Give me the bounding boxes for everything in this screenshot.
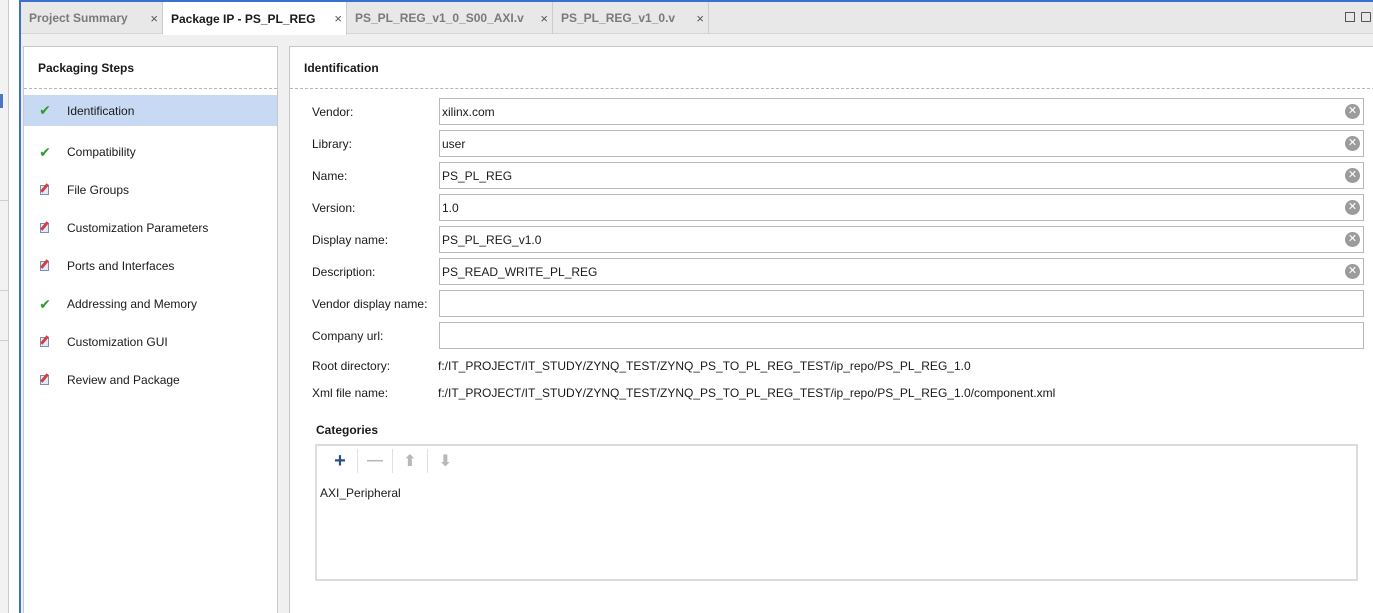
step-label: Compatibility: [67, 145, 136, 159]
name-row: Name: ✕: [290, 162, 1373, 190]
clear-icon[interactable]: ✕: [1345, 200, 1360, 215]
packaging-steps-panel: Packaging Steps ✔ Identification ✔ Compa…: [23, 46, 278, 613]
pencil-icon: [38, 221, 52, 235]
tab-package-ip[interactable]: Package IP - PS_PL_REG ×: [163, 2, 347, 35]
description-row: Description: ✕: [290, 258, 1373, 286]
step-identification[interactable]: ✔ Identification: [24, 95, 277, 126]
step-compatibility[interactable]: ✔ Compatibility: [24, 133, 277, 171]
step-review-and-package[interactable]: Review and Package: [24, 361, 277, 399]
clear-icon[interactable]: ✕: [1345, 232, 1360, 247]
panel-title: Packaging Steps: [38, 61, 135, 75]
window-buttons: [1345, 12, 1371, 22]
display-name-row: Display name: ✕: [290, 226, 1373, 254]
close-icon[interactable]: ×: [334, 11, 342, 26]
version-row: Version: ✕: [290, 194, 1373, 222]
clear-icon[interactable]: ✕: [1345, 264, 1360, 279]
maximize-icon[interactable]: [1345, 12, 1355, 22]
step-label: File Groups: [67, 183, 130, 197]
step-ports-and-interfaces[interactable]: Ports and Interfaces: [24, 247, 277, 285]
step-customization-parameters[interactable]: Customization Parameters: [24, 209, 277, 247]
vendor-row: Vendor: ✕: [290, 98, 1373, 126]
root-directory-row: Root directory: f:/IT_PROJECT/IT_STUDY/Z…: [290, 352, 1373, 380]
field-label: Company url:: [312, 329, 384, 343]
edge-divider: [0, 200, 9, 201]
xml-file-name-row: Xml file name: f:/IT_PROJECT/IT_STUDY/ZY…: [290, 379, 1373, 407]
close-icon[interactable]: ×: [540, 11, 548, 26]
categories-box: + — ⬆ ⬇ AXI_Peripheral: [315, 444, 1358, 581]
close-icon[interactable]: ×: [150, 11, 158, 26]
field-label: Display name:: [312, 233, 389, 247]
identification-panel: Identification Vendor: ✕ Library: ✕ Name…: [289, 46, 1373, 613]
step-label: Review and Package: [67, 373, 180, 387]
library-field[interactable]: [439, 130, 1364, 157]
arrow-up-icon[interactable]: ⬆: [393, 449, 428, 473]
package-ip-window: Project Summary × Package IP - PS_PL_REG…: [19, 0, 1373, 613]
steps-list: ✔ Identification ✔ Compatibility File Gr…: [24, 95, 277, 399]
left-edge-strip: [0, 0, 9, 613]
categories-toolbar: + — ⬆ ⬇: [317, 446, 1356, 476]
check-icon: ✔: [39, 295, 51, 312]
list-item[interactable]: AXI_Peripheral: [320, 486, 401, 500]
step-label: Customization GUI: [67, 335, 168, 349]
xml-file-name-value: f:/IT_PROJECT/IT_STUDY/ZYNQ_TEST/ZYNQ_PS…: [438, 386, 1056, 400]
tab-project-summary[interactable]: Project Summary ×: [21, 2, 163, 34]
field-label: Vendor display name:: [312, 297, 428, 311]
name-field[interactable]: [439, 162, 1364, 189]
step-label: Identification: [67, 103, 135, 118]
step-label: Addressing and Memory: [67, 297, 198, 311]
version-field[interactable]: [439, 194, 1364, 221]
description-field[interactable]: [439, 258, 1364, 285]
remove-icon[interactable]: —: [358, 449, 393, 473]
edge-divider: [0, 340, 9, 341]
company-url-row: Company url:: [290, 322, 1373, 350]
field-label: Root directory:: [312, 359, 391, 373]
step-customization-gui[interactable]: Customization GUI: [24, 323, 277, 361]
divider: [290, 88, 1373, 89]
categories-list: AXI_Peripheral: [320, 486, 401, 500]
tab-label: PS_PL_REG_v1_0_S00_AXI.v: [355, 11, 524, 25]
clear-icon[interactable]: ✕: [1345, 104, 1360, 119]
arrow-down-icon[interactable]: ⬇: [428, 449, 463, 473]
vendor-display-name-row: Vendor display name:: [290, 290, 1373, 318]
pencil-icon: [38, 259, 52, 273]
vendor-field[interactable]: [439, 98, 1364, 125]
vendor-display-name-field[interactable]: [439, 290, 1364, 317]
tab-ps-pl-reg-v1-0[interactable]: PS_PL_REG_v1_0.v ×: [553, 2, 709, 34]
pencil-icon: [38, 373, 52, 387]
field-label: Version:: [312, 201, 356, 215]
root-directory-value: f:/IT_PROJECT/IT_STUDY/ZYNQ_TEST/ZYNQ_PS…: [438, 359, 971, 373]
step-addressing-and-memory[interactable]: ✔ Addressing and Memory: [24, 285, 277, 323]
clear-icon[interactable]: ✕: [1345, 136, 1360, 151]
field-label: Name:: [312, 169, 348, 183]
divider: [24, 88, 277, 89]
pencil-icon: [38, 335, 52, 349]
categories-title: Categories: [316, 423, 379, 437]
add-icon[interactable]: +: [323, 449, 358, 473]
field-label: Vendor:: [312, 105, 354, 119]
float-icon[interactable]: [1361, 12, 1371, 22]
step-file-groups[interactable]: File Groups: [24, 171, 277, 209]
pencil-icon: [38, 183, 52, 197]
field-label: Library:: [312, 137, 353, 151]
edge-selection-marker: [0, 94, 3, 108]
tab-bar: Project Summary × Package IP - PS_PL_REG…: [21, 2, 1373, 35]
clear-icon[interactable]: ✕: [1345, 168, 1360, 183]
step-label: Customization Parameters: [67, 221, 209, 235]
edge-divider: [0, 290, 9, 291]
panel-title: Identification: [304, 61, 379, 75]
tab-label: Project Summary: [29, 11, 128, 25]
check-icon: ✔: [39, 143, 51, 160]
field-label: Xml file name:: [312, 386, 389, 400]
step-label: Ports and Interfaces: [67, 259, 175, 273]
check-icon: ✔: [39, 102, 51, 118]
tab-label: Package IP - PS_PL_REG: [171, 11, 316, 26]
company-url-field[interactable]: [439, 322, 1364, 349]
field-label: Description:: [312, 265, 376, 279]
tab-ps-pl-reg-s00-axi[interactable]: PS_PL_REG_v1_0_S00_AXI.v ×: [347, 2, 553, 34]
display-name-field[interactable]: [439, 226, 1364, 253]
close-icon[interactable]: ×: [696, 11, 704, 26]
tab-label: PS_PL_REG_v1_0.v: [561, 11, 676, 25]
library-row: Library: ✕: [290, 130, 1373, 158]
